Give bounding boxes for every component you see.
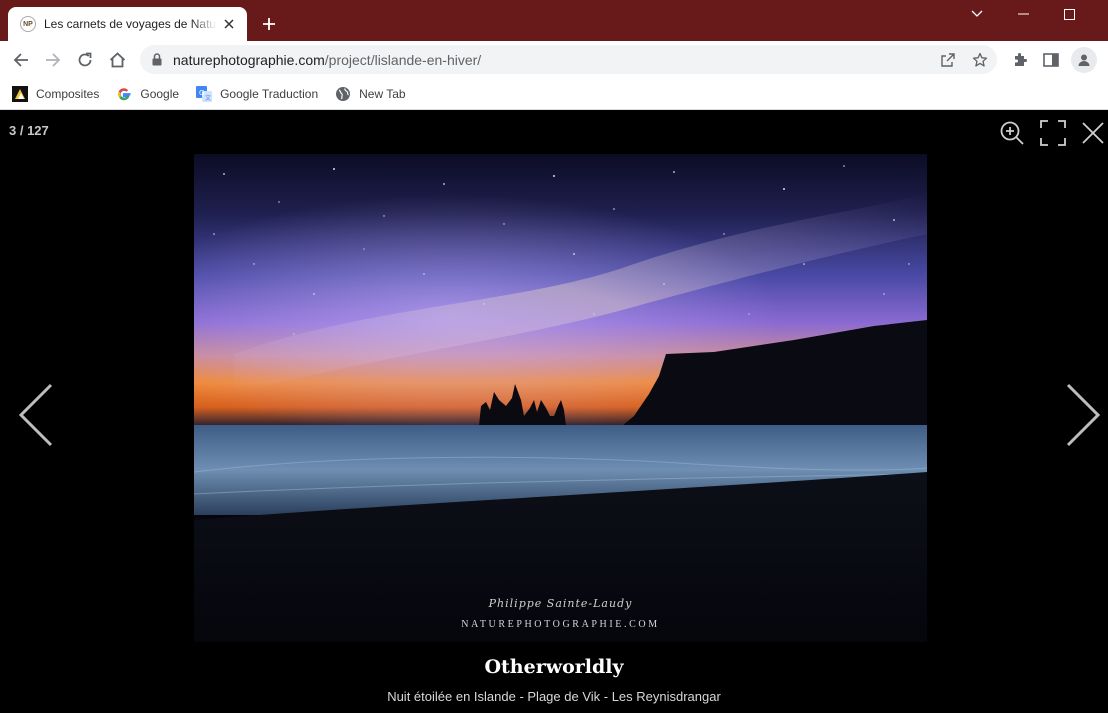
reload-button[interactable] xyxy=(71,46,99,74)
globe-icon xyxy=(335,86,351,102)
bookmark-composites[interactable]: Composites xyxy=(12,85,100,102)
home-button[interactable] xyxy=(103,46,131,74)
lock-icon[interactable] xyxy=(152,53,162,71)
previous-arrow-icon[interactable] xyxy=(16,380,56,450)
browser-toolbar: naturephotographie.com/project/lislande-… xyxy=(0,41,1108,78)
side-panel-icon[interactable] xyxy=(1038,47,1064,73)
tab-close-icon[interactable] xyxy=(221,16,237,32)
url-text[interactable]: naturephotographie.com/project/lislande-… xyxy=(173,52,481,68)
composites-icon xyxy=(12,85,28,102)
forward-button[interactable] xyxy=(39,46,67,74)
bookmark-label: Google Traduction xyxy=(220,86,319,101)
image-counter: 3 / 127 xyxy=(9,123,49,138)
close-icon[interactable] xyxy=(1078,118,1108,148)
new-tab-button[interactable] xyxy=(258,13,280,35)
photo-title: Otherworldly xyxy=(484,656,624,678)
watermark-signature: Philippe Sainte-Laudy xyxy=(488,597,633,610)
lightbox-viewer: 3 / 127 Philippe Sainte-Laudy NATUREPHOT… xyxy=(0,110,1108,713)
site-favicon-icon: NP xyxy=(20,16,36,32)
zoom-in-icon[interactable] xyxy=(997,118,1027,148)
bookmark-google-traduction[interactable]: G文 Google Traduction xyxy=(196,85,319,102)
tab-strip: NP Les carnets de voyages de Nature xyxy=(0,0,1108,41)
bookmark-star-icon[interactable] xyxy=(970,50,990,70)
bookmarks-bar: Composites Google G文 Google Traduction N… xyxy=(0,78,1108,110)
photo-subtitle: Nuit étoilée en Islande - Plage de Vik -… xyxy=(387,689,721,704)
svg-text:文: 文 xyxy=(205,94,211,102)
night-sky-landscape-image xyxy=(194,154,927,642)
extensions-icon[interactable] xyxy=(1007,47,1033,73)
minimize-button[interactable] xyxy=(1000,0,1046,28)
bookmark-google[interactable]: Google xyxy=(116,86,179,102)
address-bar[interactable]: naturephotographie.com/project/lislande-… xyxy=(140,45,997,74)
tab-title: Les carnets de voyages de Nature xyxy=(44,17,217,31)
watermark-site: NATUREPHOTOGRAPHIE.COM xyxy=(461,619,660,630)
lightbox-photo: Philippe Sainte-Laudy NATUREPHOTOGRAPHIE… xyxy=(194,154,927,642)
bookmark-label: New Tab xyxy=(359,86,406,101)
back-button[interactable] xyxy=(7,46,35,74)
svg-text:G: G xyxy=(199,89,204,97)
maximize-button[interactable] xyxy=(1046,0,1092,28)
next-arrow-icon[interactable] xyxy=(1063,380,1103,450)
google-translate-icon: G文 xyxy=(196,85,213,102)
bookmark-new-tab[interactable]: New Tab xyxy=(335,86,406,102)
share-icon[interactable] xyxy=(938,50,958,70)
google-icon xyxy=(116,86,132,102)
browser-tab[interactable]: NP Les carnets de voyages de Nature xyxy=(8,7,247,41)
tab-search-icon[interactable] xyxy=(954,0,1000,28)
bookmark-label: Composites xyxy=(36,86,100,101)
profile-avatar-icon[interactable] xyxy=(1071,47,1097,73)
fullscreen-icon[interactable] xyxy=(1038,118,1068,148)
bookmark-label: Google xyxy=(140,86,180,101)
